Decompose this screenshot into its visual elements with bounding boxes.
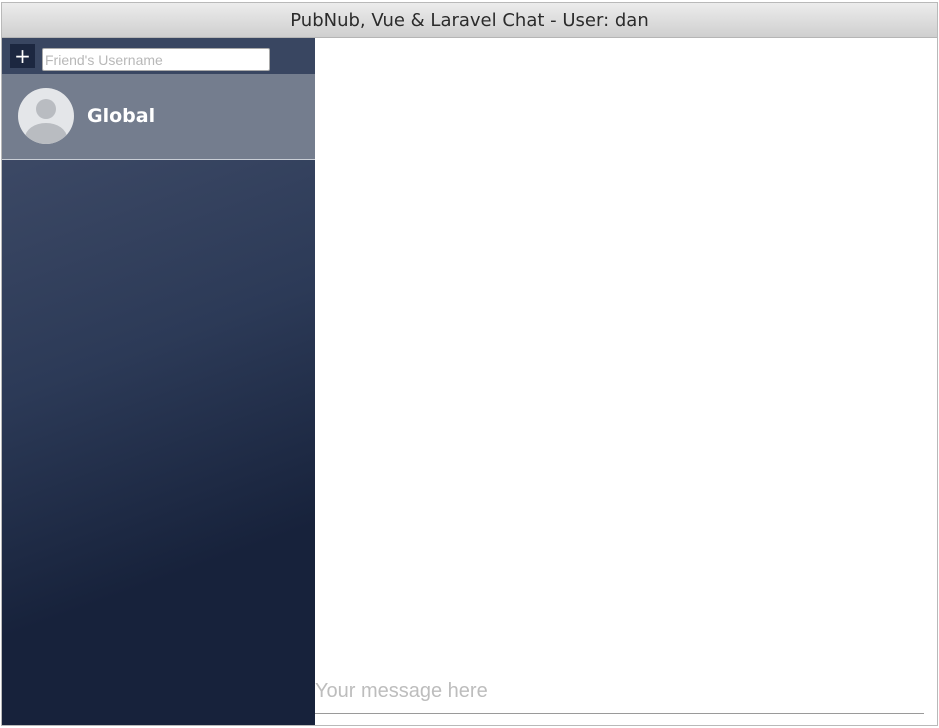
friend-username-input[interactable] [42, 48, 270, 71]
add-friend-button[interactable]: + [10, 44, 35, 68]
user-avatar-icon [18, 88, 74, 144]
app-window: PubNub, Vue & Laravel Chat - User: dan +… [1, 2, 938, 726]
contact-name: Global [87, 105, 156, 127]
title-bar: PubNub, Vue & Laravel Chat - User: dan [2, 3, 937, 38]
message-input[interactable] [315, 670, 924, 714]
chat-area [315, 38, 937, 725]
window-title: PubNub, Vue & Laravel Chat - User: dan [290, 9, 649, 31]
contact-item-global[interactable]: Global [2, 74, 315, 160]
sidebar-header: + [2, 38, 315, 74]
sidebar: + Global [2, 38, 315, 725]
